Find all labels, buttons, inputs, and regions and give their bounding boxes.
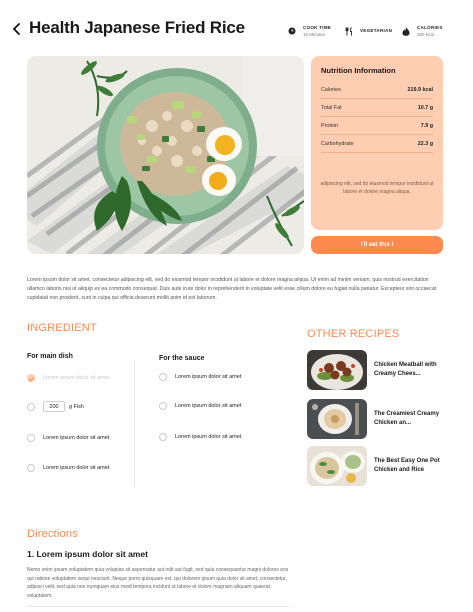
sauce-item[interactable]: Lorem ipsum dolor sit amet (159, 402, 241, 410)
nutrition-row-calories: Calories 219.9 kcal (321, 81, 433, 99)
ingredient-heading: INGREDIENT (27, 322, 97, 334)
nutrition-value: 219.9 kcal (407, 86, 433, 93)
checkbox[interactable] (159, 373, 167, 381)
recipe-title[interactable]: The Creamiest Creamy Chicken an... (374, 410, 442, 428)
nutrition-value: 7.9 g (420, 122, 433, 129)
checkbox[interactable] (27, 402, 35, 411)
recipe-description: Lorem ipsum dolor sit amet, consectetur … (27, 277, 437, 301)
nutrition-row-total-fat: Total Fat 10.7 g (321, 99, 433, 117)
back-arrow-icon[interactable] (10, 22, 24, 38)
recipe-hero-image (27, 56, 304, 254)
ingredient-divider (134, 360, 135, 486)
recipe-thumbnail[interactable] (307, 350, 367, 390)
ingredient-text: Lorem ipsum dolor sit amet (175, 374, 242, 380)
checkbox[interactable] (27, 434, 35, 442)
calories-value: 200 kcal (417, 31, 434, 37)
quantity-input[interactable]: 200 (43, 401, 65, 412)
clock-icon (287, 26, 297, 36)
nutrition-row-carbohydrate: Carbohydrate 22.3 g (321, 135, 433, 153)
flame-icon (401, 26, 411, 36)
other-recipe-card[interactable]: Chicken Meatball with Creamy Chees... (307, 350, 447, 390)
sauce-item[interactable]: Lorem ipsum dolor sit amet (159, 373, 241, 381)
ingredient-text: Lorem ipsum dolor sit amet (43, 375, 110, 381)
recipe-thumbnail[interactable] (307, 446, 367, 486)
nutrition-note: adipiscing elit, sed do eiusmod tempor i… (320, 181, 434, 195)
ingredient-text: Lorem ipsum dolor sit amet (43, 435, 110, 441)
step-title: 1. Lorem ipsum dolor sit amet (27, 549, 148, 559)
nutrition-name: Carbohydrate (321, 140, 354, 147)
cook-time-value: 15 Minutes (303, 31, 326, 37)
eat-this-button[interactable]: I'll eat this ! (311, 236, 443, 254)
main-dish-heading: For main dish (27, 353, 73, 360)
nutrition-value: 10.7 g (417, 104, 433, 111)
ingredient-text: Lorem ipsum dolor sit amet (175, 403, 242, 409)
nutrition-name: Total Fat (321, 104, 342, 111)
cook-time-label: COOK TIME (303, 24, 332, 30)
page-title: Health Japanese Fried Rice (29, 18, 245, 37)
page-header: Health Japanese Fried Rice COOK TIME 15 … (0, 0, 473, 60)
ingredient-text: Lorem ipsum dolor sit amet (43, 465, 110, 471)
calories-meta: CALORIES 200 kcal (401, 22, 443, 40)
step-text: Nemo enim ipsam voluptatem quia voluptas… (27, 567, 289, 599)
nutrition-row-protein: Protein 7.9 g (321, 117, 433, 135)
recipe-title[interactable]: The Best Easy One Pot Chicken and Rice (374, 457, 442, 475)
recipe-thumbnail[interactable] (307, 399, 367, 439)
nutrition-title: Nutrition Information (321, 66, 396, 75)
checkbox[interactable] (27, 464, 35, 472)
fork-knife-icon (344, 26, 354, 36)
checkbox[interactable] (159, 433, 167, 441)
other-recipes-heading: OTHER RECIPES (307, 328, 400, 340)
quantity-unit: g Fish (69, 403, 84, 410)
nutrition-name: Calories (321, 86, 341, 93)
ingredient-item[interactable]: Lorem ipsum dolor sit amet (27, 434, 109, 442)
nutrition-value: 22.3 g (417, 140, 433, 147)
vegetarian-meta: VEGETARIAN (344, 22, 392, 40)
nutrition-panel: Nutrition Information Calories 219.9 kca… (311, 56, 443, 230)
directions-heading: Directions (27, 528, 78, 540)
checkbox[interactable] (159, 402, 167, 410)
vegetarian-label: VEGETARIAN (360, 28, 393, 33)
checkbox-checked[interactable] (27, 374, 35, 382)
ingredient-item[interactable]: Lorem ipsum dolor sit amet (27, 374, 109, 382)
ingredient-text: Lorem ipsum dolor sit amet (175, 434, 242, 440)
ingredient-item[interactable]: Lorem ipsum dolor sit amet (27, 464, 109, 472)
other-recipe-card[interactable]: The Best Easy One Pot Chicken and Rice (307, 446, 447, 486)
nutrition-name: Protein (321, 122, 339, 129)
sauce-item[interactable]: Lorem ipsum dolor sit amet (159, 433, 241, 441)
cook-time-meta: COOK TIME 15 Minutes (287, 22, 331, 40)
ingredient-item[interactable]: 200 g Fish (27, 401, 84, 412)
step-divider (27, 606, 289, 607)
sauce-heading: For the sauce (159, 355, 205, 362)
calories-label: CALORIES (417, 24, 443, 30)
recipe-title[interactable]: Chicken Meatball with Creamy Chees... (374, 361, 442, 379)
other-recipe-card[interactable]: The Creamiest Creamy Chicken an... (307, 399, 447, 439)
